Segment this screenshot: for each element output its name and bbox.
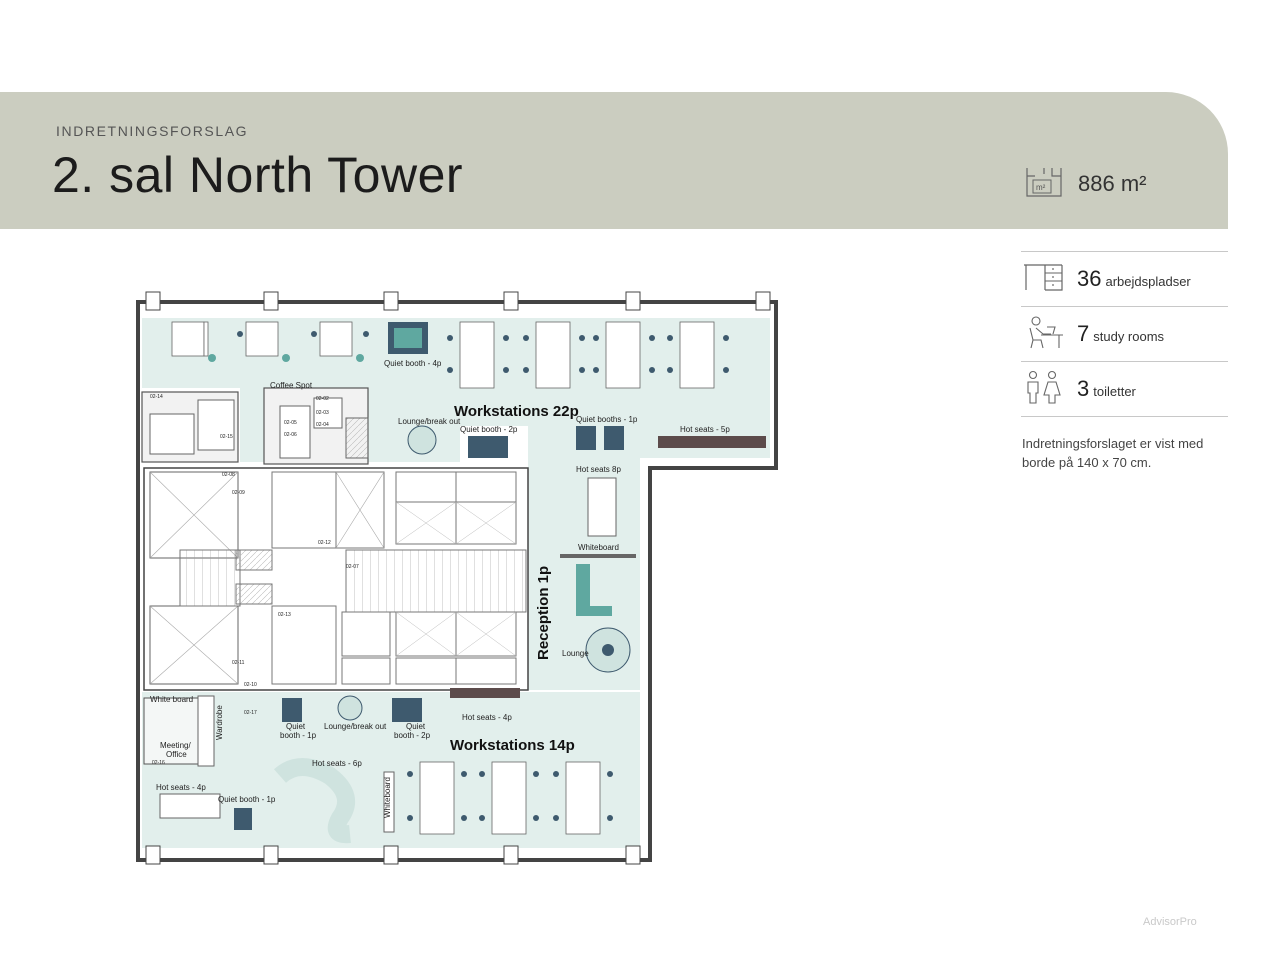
workstation-cluster-bottom: [419, 761, 601, 835]
quiet-booth-2p-bottom-label-a: Quiet: [406, 722, 426, 731]
stats-list: 36 arbejdspladser 7 study rooms 3 toiletter: [1021, 251, 1228, 417]
room-code: 02-13: [278, 612, 291, 618]
reception-label: Reception 1p: [535, 566, 552, 660]
hot-seats-8p-label: Hot seats 8p: [576, 465, 621, 474]
hot-seats-5p-label: Hot seats - 5p: [680, 425, 730, 434]
hot-seats-4p-bench-mid: [450, 688, 520, 698]
floor-area-icon: m²: [1024, 164, 1064, 203]
room-code: 02-04: [316, 422, 329, 428]
coffee-spot-label: Coffee Spot: [270, 381, 313, 390]
stat-number: 36: [1077, 266, 1102, 291]
lounge-table-bottom: [337, 695, 363, 721]
room-code: 02-15: [220, 434, 233, 440]
stat-label: arbejdspladser: [1105, 274, 1191, 289]
quiet-booth-1p-left-label: Quiet booth - 1p: [218, 795, 276, 804]
room-code: 02-02: [316, 396, 329, 402]
stat-toilets: 3 toiletter: [1021, 361, 1228, 417]
quiet-booth-2p-top-label: Quiet booth - 2p: [460, 425, 518, 434]
whiteboard-right-label: Whiteboard: [578, 543, 619, 552]
section-eyebrow: INDRETNINGSFORSLAG: [56, 123, 249, 139]
stat-number: 3: [1077, 376, 1090, 401]
quiet-booths-1p-label: Quiet booths - 1p: [576, 415, 638, 424]
floor-plan: Workstations 22p Workstations 14p Recept…: [136, 291, 778, 865]
room-code: 02-06: [284, 432, 297, 438]
wardrobe-label: Wardrobe: [215, 705, 224, 740]
quiet-booth-2p-bottom: [392, 698, 422, 722]
room-code: 02-03: [316, 410, 329, 416]
hot-seats-4p-mid-label: Hot seats - 4p: [462, 713, 512, 722]
whiteboard-right: [560, 554, 636, 558]
room-code: 02-12: [318, 540, 331, 546]
stat-label: toiletter: [1093, 384, 1136, 399]
quiet-booth-1p-left: [234, 808, 252, 830]
desk-icon: [1021, 262, 1065, 297]
room-code: 02-17: [244, 710, 257, 716]
lounge-label: Lounge: [562, 649, 589, 658]
toilet-icon: [1021, 369, 1065, 410]
lounge-break-bottom-label: Lounge/break out: [324, 722, 387, 731]
room-code: 02-05: [284, 420, 297, 426]
quiet-booth-1p-bottom: [282, 698, 302, 722]
workstations-14p-label: Workstations 14p: [450, 737, 575, 754]
page-title: 2. sal North Tower: [52, 147, 464, 203]
hot-seats-4p-table-left: [159, 793, 221, 819]
svg-text:m²: m²: [1036, 183, 1046, 192]
stat-number: 7: [1077, 321, 1090, 346]
room-code: 02-16: [152, 760, 165, 766]
stat-label: study rooms: [1093, 329, 1165, 344]
whiteboard-bottom-label: Whiteboard: [383, 777, 392, 818]
lounge-break-top-label: Lounge/break out: [398, 417, 461, 426]
room-code: 02-10: [244, 682, 257, 688]
meeting-label: Meeting/: [160, 741, 191, 750]
watermark: AdvisorPro: [1143, 916, 1197, 928]
area-summary: m² 886 m²: [1024, 164, 1146, 203]
workstations-22p-label: Workstations 22p: [454, 403, 579, 420]
room-code: 02-08: [222, 472, 235, 478]
layout-note: Indretningsforslaget er vist med borde p…: [1022, 436, 1204, 470]
hot-seats-6p-label: Hot seats - 6p: [312, 759, 362, 768]
stat-study-rooms: 7 study rooms: [1021, 306, 1228, 361]
floor-area-value: 886 m²: [1078, 170, 1147, 196]
quiet-booth-1p-bottom-label-a: Quiet: [286, 722, 306, 731]
study-room-icon: [1021, 314, 1065, 355]
quiet-booth-4p-label: Quiet booth - 4p: [384, 359, 442, 368]
white-board-label: White board: [150, 695, 193, 704]
office-label: Office: [166, 750, 187, 759]
quiet-booth-1p-bottom-label-b: booth - 1p: [280, 731, 317, 740]
hot-seats-5p-bench: [658, 436, 766, 448]
stat-workstations: 36 arbejdspladser: [1021, 251, 1228, 306]
hot-seats-8p-table: [587, 477, 617, 537]
room-code: 02-09: [232, 490, 245, 496]
room-code: 02-14: [150, 394, 163, 400]
quiet-booth-2p-bottom-label-b: booth - 2p: [394, 731, 431, 740]
lounge-table-top: [407, 425, 437, 455]
quiet-booth-2p-top: [468, 436, 508, 458]
room-code: 02-07: [346, 564, 359, 570]
room-code: 02-11: [232, 660, 245, 666]
hot-seats-4p-left-label: Hot seats - 4p: [156, 783, 206, 792]
